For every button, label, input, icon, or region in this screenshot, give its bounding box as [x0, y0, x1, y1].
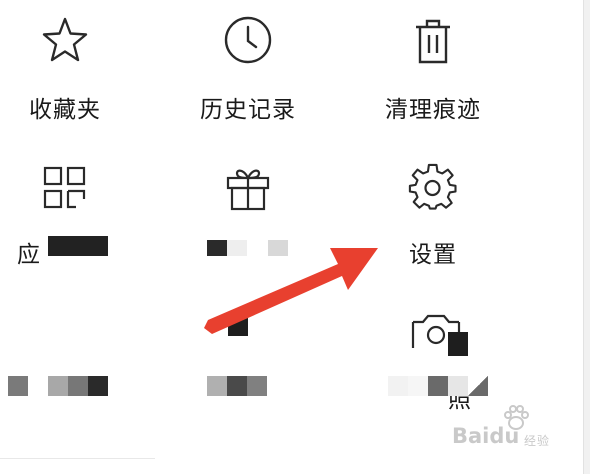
mosaic-block — [428, 376, 448, 396]
mosaic-block — [48, 376, 68, 396]
favorites-item[interactable]: 收藏夹 — [0, 15, 140, 125]
camera-item[interactable]: 照 — [358, 310, 508, 420]
mosaic-block — [388, 376, 408, 396]
star-icon — [40, 15, 90, 65]
mosaic-block — [247, 376, 267, 396]
baidu-watermark: Baidu 经验 — [452, 405, 577, 455]
mosaic-block — [268, 240, 288, 256]
mosaic-block — [68, 376, 88, 396]
grid-icon — [40, 163, 90, 213]
clear-traces-item[interactable]: 清理痕迹 — [358, 15, 508, 125]
apps-item[interactable]: 应 — [0, 163, 140, 273]
watermark-sub: 经验 — [524, 434, 551, 448]
mosaic-block — [408, 376, 428, 396]
mosaic-block — [88, 376, 108, 396]
mosaic-block — [448, 332, 468, 356]
gift-item[interactable] — [173, 163, 323, 273]
mosaic-block — [207, 240, 227, 256]
clear-traces-label: 清理痕迹 — [385, 97, 481, 123]
trash-icon — [408, 15, 458, 65]
scrollbar-track[interactable] — [583, 0, 590, 474]
mosaic-block — [207, 376, 227, 396]
clock-icon — [223, 15, 273, 65]
gear-icon — [408, 163, 458, 213]
divider — [0, 458, 155, 459]
mosaic-block — [227, 376, 247, 396]
settings-item[interactable]: 设置 — [358, 163, 508, 273]
mosaic-block — [448, 376, 468, 396]
mosaic-block — [227, 240, 247, 256]
menu-panel: 收藏夹 历史记录 清理痕迹 应 设置 照 — [0, 0, 583, 474]
watermark-text: Baidu — [452, 424, 520, 448]
mosaic-block — [468, 376, 488, 396]
history-item[interactable]: 历史记录 — [173, 15, 323, 125]
history-label: 历史记录 — [200, 97, 296, 123]
mosaic-block — [48, 236, 108, 256]
favorites-label: 收藏夹 — [29, 97, 101, 123]
gift-icon — [223, 163, 273, 213]
mosaic-block — [228, 316, 248, 336]
settings-label: 设置 — [409, 242, 457, 268]
mosaic-block — [8, 376, 28, 396]
